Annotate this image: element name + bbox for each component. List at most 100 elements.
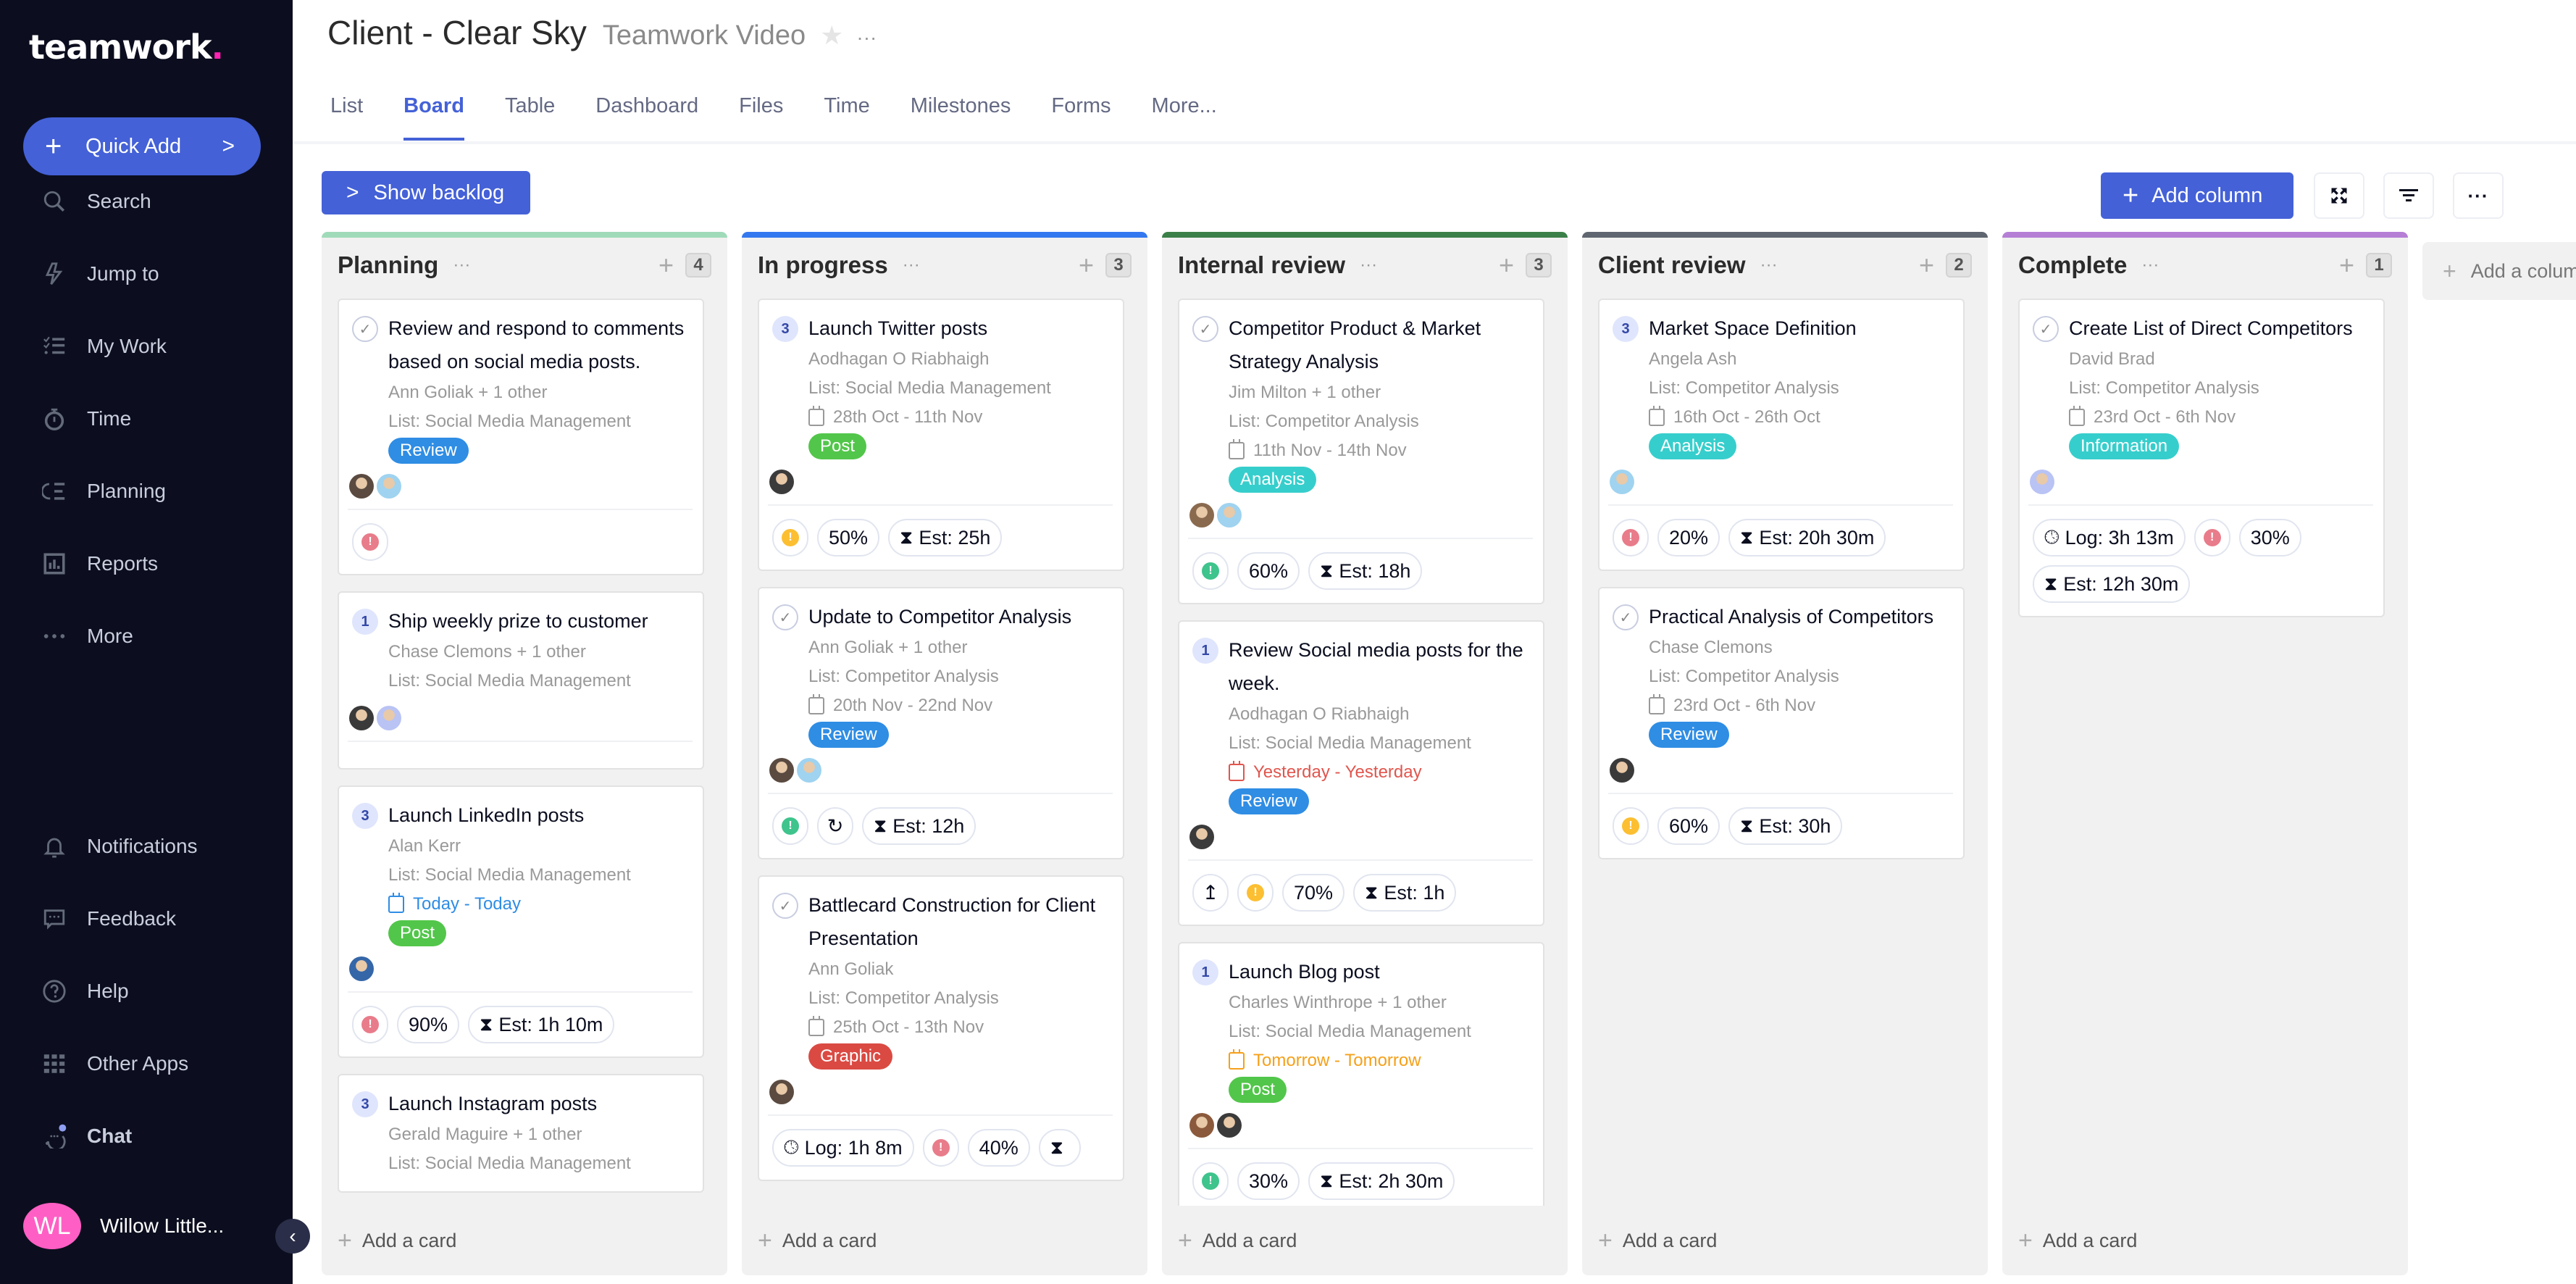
- task-title[interactable]: Create List of Direct Competitors: [2069, 312, 2369, 345]
- avatar[interactable]: [377, 474, 401, 499]
- priority-indicator[interactable]: !: [1192, 552, 1229, 590]
- time-log-badge[interactable]: 🕓︎ Log: 3h 13m: [2033, 519, 2186, 556]
- tab-more[interactable]: More...: [1152, 94, 1217, 141]
- task-card[interactable]: 1 Review Social media posts for the week.…: [1178, 620, 1544, 926]
- task-title[interactable]: Launch Instagram posts: [388, 1087, 688, 1120]
- task-card[interactable]: ✓ Competitor Product & Market Strategy An…: [1178, 299, 1544, 604]
- task-tag[interactable]: Analysis: [1229, 467, 1317, 493]
- avatar[interactable]: [1189, 1113, 1214, 1138]
- task-card[interactable]: 3 Market Space Definition Angela Ash List: …: [1598, 299, 1965, 571]
- sidebar-item-my-work[interactable]: My Work: [41, 328, 167, 364]
- tab-milestones[interactable]: Milestones: [911, 94, 1011, 141]
- task-title[interactable]: Ship weekly prize to customer: [388, 604, 688, 638]
- fullscreen-button[interactable]: [2314, 172, 2364, 219]
- task-title[interactable]: Launch Blog post: [1229, 955, 1529, 988]
- avatar[interactable]: [1610, 758, 1634, 783]
- estimate-badge[interactable]: ⧗ Est: 20h 30m: [1728, 519, 1886, 556]
- task-tag[interactable]: Graphic: [808, 1043, 893, 1070]
- task-card[interactable]: ✓ Review and respond to comments based on…: [338, 299, 704, 575]
- priority-indicator[interactable]: !: [1613, 519, 1649, 556]
- priority-indicator[interactable]: !: [352, 1006, 388, 1043]
- estimate-badge[interactable]: ⧗ Est: 30h: [1728, 807, 1843, 845]
- task-title[interactable]: Review Social media posts for the week.: [1229, 633, 1529, 700]
- task-tag[interactable]: Post: [388, 920, 447, 946]
- add-task-button[interactable]: +: [2339, 250, 2354, 280]
- priority-indicator[interactable]: !: [922, 1129, 959, 1167]
- tab-board[interactable]: Board: [403, 94, 464, 141]
- estimate-badge[interactable]: ⧗ Est: 25h: [888, 519, 1003, 556]
- avatar[interactable]: [1189, 503, 1214, 528]
- avatar[interactable]: [349, 956, 374, 981]
- add-column-button[interactable]: + Add column: [2101, 172, 2293, 219]
- progress-badge[interactable]: 90%: [397, 1006, 460, 1043]
- task-tag[interactable]: Post: [1229, 1077, 1287, 1103]
- progress-badge[interactable]: 30%: [1237, 1162, 1300, 1200]
- complete-checkbox[interactable]: ✓: [772, 893, 798, 919]
- avatar[interactable]: [1189, 825, 1214, 849]
- repeat-button[interactable]: ↻: [817, 807, 853, 845]
- sidebar-item-more[interactable]: More: [41, 618, 133, 654]
- task-title[interactable]: Review and respond to comments based on …: [388, 312, 688, 378]
- task-title[interactable]: Launch Twitter posts: [808, 312, 1108, 345]
- quick-add-button[interactable]: + Quick Add >: [23, 117, 261, 175]
- sidebar-item-jump-to[interactable]: Jump to: [41, 256, 159, 292]
- avatar[interactable]: [1610, 470, 1634, 494]
- priority-indicator[interactable]: !: [1237, 874, 1274, 912]
- priority-indicator[interactable]: !: [2194, 519, 2230, 556]
- avatar[interactable]: [769, 758, 794, 783]
- task-tag[interactable]: Information: [2069, 433, 2180, 459]
- add-card-button[interactable]: + Add a card: [758, 1227, 877, 1255]
- priority-indicator[interactable]: !: [772, 519, 808, 556]
- subtask-button[interactable]: ↥: [1192, 874, 1229, 912]
- task-tag[interactable]: Post: [808, 433, 867, 459]
- priority-indicator[interactable]: !: [1613, 807, 1649, 845]
- avatar[interactable]: [2030, 470, 2054, 494]
- avatar[interactable]: [1217, 1113, 1242, 1138]
- add-task-button[interactable]: +: [1499, 250, 1514, 280]
- sidebar-item-notifications[interactable]: Notifications: [41, 828, 198, 864]
- task-tag[interactable]: Analysis: [1649, 433, 1737, 459]
- avatar[interactable]: [377, 706, 401, 730]
- tab-table[interactable]: Table: [505, 94, 555, 141]
- task-card[interactable]: 3 Launch LinkedIn posts Alan Kerr List: Soc…: [338, 785, 704, 1058]
- add-card-button[interactable]: + Add a card: [1598, 1227, 1717, 1255]
- task-title[interactable]: Update to Competitor Analysis: [808, 600, 1108, 633]
- tab-files[interactable]: Files: [739, 94, 783, 141]
- task-card[interactable]: 1 Ship weekly prize to customer Chase Clem…: [338, 591, 704, 770]
- avatar[interactable]: [1217, 503, 1242, 528]
- progress-badge[interactable]: 60%: [1657, 807, 1720, 845]
- task-tag[interactable]: Review: [1649, 722, 1729, 748]
- estimate-badge[interactable]: ⧗ Est: 1h: [1353, 874, 1457, 912]
- progress-badge[interactable]: 70%: [1282, 874, 1345, 912]
- progress-badge[interactable]: 30%: [2238, 519, 2301, 556]
- complete-checkbox[interactable]: ✓: [772, 604, 798, 630]
- teamwork-logo[interactable]: teamwork.: [29, 28, 224, 67]
- priority-indicator[interactable]: !: [352, 523, 388, 561]
- collapse-sidebar-button[interactable]: ‹: [275, 1219, 310, 1254]
- project-options-button[interactable]: ···: [856, 26, 877, 49]
- add-task-button[interactable]: +: [1919, 250, 1934, 280]
- task-card[interactable]: 3 Launch Twitter posts Aodhagan O Riabhaig…: [758, 299, 1124, 571]
- tab-dashboard[interactable]: Dashboard: [595, 94, 698, 141]
- tab-time[interactable]: Time: [824, 94, 869, 141]
- task-card[interactable]: ✓ Practical Analysis of Competitors Chase …: [1598, 587, 1965, 859]
- show-backlog-button[interactable]: > Show backlog: [322, 171, 530, 214]
- priority-indicator[interactable]: !: [1192, 1162, 1229, 1200]
- progress-badge[interactable]: 50%: [817, 519, 880, 556]
- task-title[interactable]: Battlecard Construction for Client Prese…: [808, 888, 1108, 955]
- add-task-button[interactable]: +: [1079, 250, 1094, 280]
- task-title[interactable]: Market Space Definition: [1649, 312, 1949, 345]
- column-options-button[interactable]: ···: [2141, 255, 2159, 275]
- task-title[interactable]: Competitor Product & Market Strategy Ana…: [1229, 312, 1529, 378]
- task-title[interactable]: Practical Analysis of Competitors: [1649, 600, 1949, 633]
- estimate-badge[interactable]: ⧗ Est: 1h 10m: [468, 1006, 615, 1043]
- tab-forms[interactable]: Forms: [1051, 94, 1111, 141]
- sidebar-item-feedback[interactable]: Feedback: [41, 901, 176, 937]
- task-card[interactable]: 3 Launch Instagram posts Gerald Maguire + …: [338, 1074, 704, 1193]
- progress-badge[interactable]: 60%: [1237, 552, 1300, 590]
- estimate-badge[interactable]: ⧗ Est: 12h 30m: [2033, 565, 2191, 603]
- column-options-button[interactable]: ···: [453, 255, 470, 275]
- complete-checkbox[interactable]: ✓: [352, 316, 378, 342]
- progress-badge[interactable]: 40%: [967, 1129, 1030, 1167]
- estimate-badge[interactable]: ⧗ Est: 12h: [862, 807, 977, 845]
